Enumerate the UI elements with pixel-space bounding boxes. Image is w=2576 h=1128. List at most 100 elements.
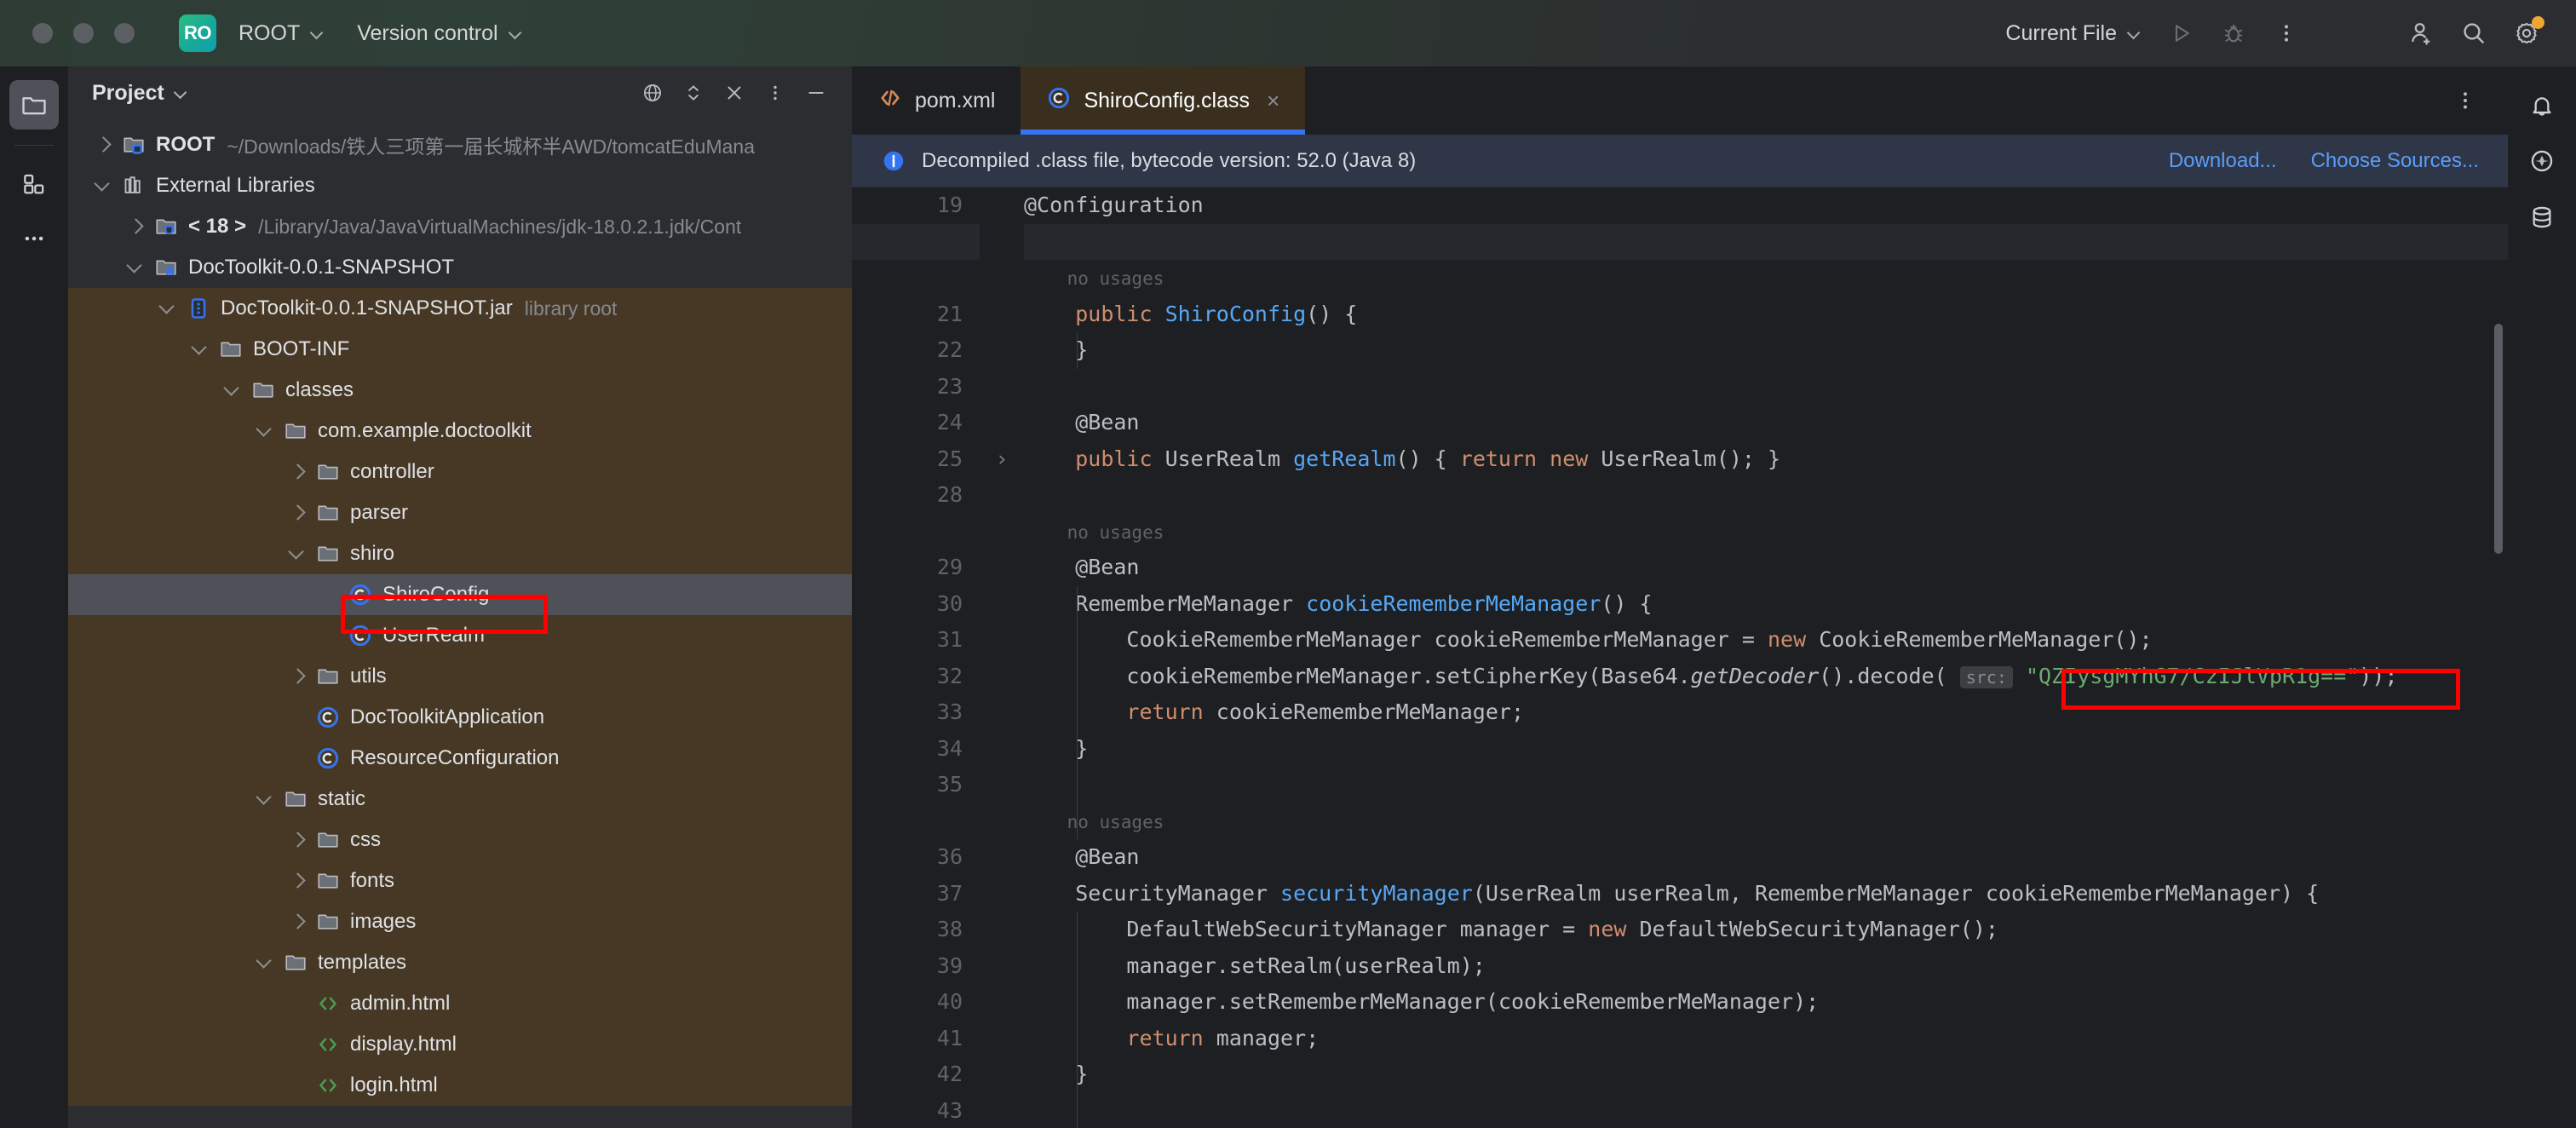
tree-row-selected[interactable]: ShiroConfig [68,574,852,615]
fold-marker-slot[interactable] [980,296,1024,333]
code-line[interactable] [1024,767,2508,803]
tree-row[interactable]: DocToolkit-0.0.1-SNAPSHOT [68,247,852,288]
tree-row[interactable]: External Libraries [68,165,852,206]
line-number-gutter[interactable]: 1920212223242528293031323334353637383940… [852,187,980,1128]
tree-row[interactable]: DocToolkit-0.0.1-SNAPSHOT.jar library roo… [68,288,852,329]
code-editor[interactable]: 1920212223242528293031323334353637383940… [852,187,2508,1128]
code-line[interactable] [1024,1093,2508,1128]
search-everywhere-button[interactable] [2450,9,2498,57]
chevron-down-icon[interactable] [157,297,179,319]
tree-row[interactable]: shiro [68,533,852,574]
code-line[interactable]: @Bean [1024,839,2508,876]
fold-marker-slot[interactable] [980,514,1024,550]
tree-row[interactable]: fonts [68,860,852,901]
fold-marker-slot[interactable] [980,477,1024,514]
chevron-right-icon[interactable] [286,461,308,483]
tree-row[interactable]: BOOT-INF [68,329,852,370]
run-configuration-selector[interactable]: Current File [1995,16,2152,51]
tree-row[interactable]: < 18 > /Library/Java/JavaVirtualMachines/… [68,206,852,247]
tree-row[interactable]: login.html [68,1065,852,1106]
fold-marker-slot[interactable] [980,1056,1024,1093]
chevron-down-icon[interactable] [254,420,276,442]
expand-collapse-button[interactable] [675,74,712,112]
run-button[interactable] [2157,9,2205,57]
tree-row[interactable]: DocToolkitApplication [68,697,852,738]
chevron-right-icon[interactable] [286,502,308,524]
tree-row[interactable]: static [68,779,852,820]
code-line[interactable]: return cookieRememberMeManager; [1024,694,2508,731]
chevron-down-icon[interactable] [92,175,114,197]
chevron-right-icon[interactable] [286,911,308,933]
editor-tab-pom-xml[interactable]: pom.xml [852,66,1021,135]
close-tab-icon[interactable]: × [1267,88,1279,114]
code-line[interactable] [1024,477,2508,514]
download-sources-link[interactable]: Download... [2169,149,2277,173]
tree-row[interactable]: display.html [68,1024,852,1065]
tree-row[interactable]: templates [68,942,852,983]
fold-marker-slot[interactable] [980,586,1024,623]
code-line[interactable] [1024,369,2508,406]
fold-marker-slot[interactable] [980,767,1024,803]
sidebar-item-notifications[interactable] [2517,80,2567,129]
fold-marker-slot[interactable] [980,622,1024,659]
tree-row[interactable]: classes [68,370,852,411]
code-line[interactable]: @Bean [1024,550,2508,586]
code-line[interactable]: } [1024,332,2508,369]
debug-button[interactable] [2210,9,2257,57]
choose-sources-link[interactable]: Choose Sources... [2311,149,2479,173]
project-options-button[interactable] [756,74,794,112]
chevron-down-icon[interactable] [254,788,276,810]
close-window-button[interactable] [32,23,53,43]
tree-row[interactable]: controller [68,452,852,492]
chevron-down-icon[interactable] [254,952,276,974]
fold-marker-slot[interactable] [980,224,1024,261]
tree-row[interactable]: UserRealm [68,615,852,656]
fold-marker-slot[interactable] [980,948,1024,985]
chevron-right-icon[interactable] [124,216,147,238]
fold-marker-slot[interactable] [980,260,1024,296]
chevron-right-icon[interactable] [286,829,308,851]
add-collaborator-button[interactable] [2397,9,2445,57]
tree-row[interactable]: admin.html [68,983,852,1024]
project-badge[interactable]: RO [179,14,216,52]
code-line[interactable]: SecurityManager securityManager(UserReal… [1024,876,2508,912]
code-line[interactable]: @Configuration [1024,187,2508,224]
fold-marker-slot[interactable] [980,332,1024,369]
version-control-dropdown[interactable]: Version control [347,16,532,51]
collapse-all-button[interactable] [716,74,753,112]
code-line[interactable]: } [1024,731,2508,768]
fold-marker-slot[interactable] [980,369,1024,406]
sidebar-item-ai-assistant[interactable] [2517,136,2567,186]
code-line[interactable]: no usages [1024,514,2508,550]
code-line[interactable]: no usages [1024,803,2508,840]
settings-button[interactable] [2503,9,2550,57]
tree-row[interactable]: ROOT ~/Downloads/铁人三项第一届长城杯半AWD/tomcatEdu… [68,124,852,165]
maximize-window-button[interactable] [114,23,135,43]
chevron-down-icon[interactable] [189,338,211,360]
sidebar-item-more[interactable] [9,214,59,263]
code-line[interactable]: public ShiroConfig() { [1024,296,2508,333]
fold-marker-slot[interactable] [980,984,1024,1021]
sidebar-item-database[interactable] [2517,193,2567,242]
fold-marker-slot[interactable] [980,1093,1024,1128]
tree-row[interactable]: images [68,901,852,942]
fold-marker-slot[interactable] [980,694,1024,731]
chevron-right-icon[interactable] [286,870,308,892]
fold-marker-slot[interactable] [980,731,1024,768]
project-tree[interactable]: ROOT ~/Downloads/铁人三项第一届长城杯半AWD/tomcatEdu… [68,119,852,1128]
select-opened-file-button[interactable] [634,74,671,112]
tree-row[interactable]: ResourceConfiguration [68,738,852,779]
code-line[interactable]: cookieRememberMeManager.setCipherKey(Bas… [1024,659,2508,695]
code-content[interactable]: @Configurationpublic class ShiroConfig {… [1024,187,2508,1128]
code-folding-column[interactable]: › [980,187,1024,1128]
tree-row[interactable]: css [68,820,852,860]
project-panel-title-dropdown[interactable]: Project [92,81,188,106]
code-line[interactable]: RememberMeManager cookieRememberMeManage… [1024,586,2508,623]
tree-row[interactable]: com.example.doctoolkit [68,411,852,452]
editor-tab-shiroconfig-class[interactable]: ShiroConfig.class × [1021,66,1306,135]
tree-row[interactable]: parser [68,492,852,533]
code-line[interactable]: CookieRememberMeManager cookieRememberMe… [1024,622,2508,659]
fold-marker-slot[interactable] [980,187,1024,224]
code-line[interactable]: manager.setRememberMeManager(cookieRemem… [1024,984,2508,1021]
fold-marker-slot[interactable] [980,876,1024,912]
